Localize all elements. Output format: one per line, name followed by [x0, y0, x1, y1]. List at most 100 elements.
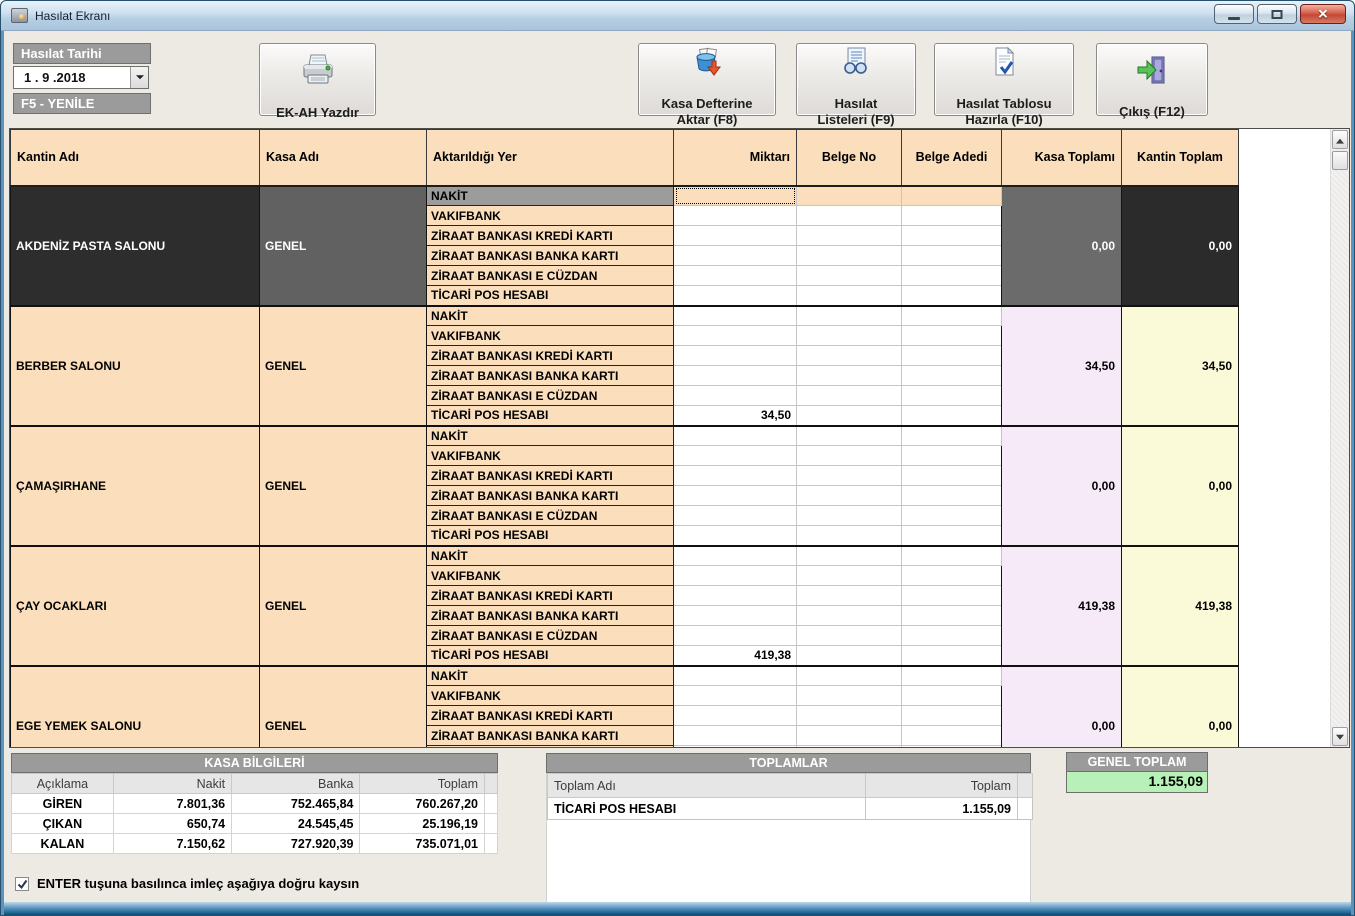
miktar-cell[interactable] — [674, 286, 797, 306]
payment-type-cell[interactable]: ZİRAAT BANKASI BANKA KARTI — [427, 606, 674, 626]
payment-type-cell[interactable]: ZİRAAT BANKASI KREDİ KARTI — [427, 466, 674, 486]
belge-adedi-cell[interactable] — [902, 326, 1002, 346]
hasilat-listeleri-button[interactable]: Hasılat Listeleri (F9) — [796, 43, 916, 116]
miktar-cell[interactable] — [674, 706, 797, 726]
belge-no-cell[interactable] — [797, 486, 902, 506]
miktar-cell[interactable] — [674, 586, 797, 606]
belge-no-cell[interactable] — [797, 446, 902, 466]
belge-no-cell[interactable] — [797, 746, 902, 749]
miktar-cell[interactable] — [674, 386, 797, 406]
payment-type-cell[interactable]: ZİRAAT BANKASI BANKA KARTI — [427, 486, 674, 506]
miktar-cell[interactable] — [674, 726, 797, 746]
belge-adedi-cell[interactable] — [902, 686, 1002, 706]
grid-row[interactable]: AKDENİZ PASTA SALONUGENELNAKİT0,000,00 — [11, 186, 1239, 206]
kantin-toplam-cell[interactable]: 34,50 — [1122, 306, 1239, 426]
scroll-down-button[interactable] — [1332, 727, 1348, 746]
grid-row[interactable]: EGE YEMEK SALONUGENELNAKİT0,000,00 — [11, 666, 1239, 686]
belge-no-cell[interactable] — [797, 606, 902, 626]
miktar-cell[interactable] — [674, 246, 797, 266]
belge-no-cell[interactable] — [797, 706, 902, 726]
miktar-cell[interactable]: 419,38 — [674, 646, 797, 666]
payment-type-cell[interactable]: ZİRAAT BANKASI E CÜZDAN — [427, 746, 674, 749]
belge-no-cell[interactable] — [797, 306, 902, 326]
belge-no-cell[interactable] — [797, 726, 902, 746]
miktar-cell[interactable] — [674, 446, 797, 466]
payment-type-cell[interactable]: NAKİT — [427, 666, 674, 686]
belge-adedi-cell[interactable] — [902, 446, 1002, 466]
belge-adedi-cell[interactable] — [902, 666, 1002, 686]
belge-no-cell[interactable] — [797, 246, 902, 266]
date-dropdown-button[interactable] — [130, 67, 148, 88]
belge-adedi-cell[interactable] — [902, 286, 1002, 306]
belge-no-cell[interactable] — [797, 626, 902, 646]
payment-type-cell[interactable]: TİCARİ POS HESABI — [427, 406, 674, 426]
miktar-cell[interactable] — [674, 546, 797, 566]
grid-row[interactable]: ÇAY OCAKLARIGENELNAKİT419,38419,38 — [11, 546, 1239, 566]
payment-type-cell[interactable]: ZİRAAT BANKASI E CÜZDAN — [427, 506, 674, 526]
belge-adedi-cell[interactable] — [902, 626, 1002, 646]
belge-no-cell[interactable] — [797, 326, 902, 346]
miktar-cell[interactable] — [674, 686, 797, 706]
belge-adedi-cell[interactable] — [902, 246, 1002, 266]
payment-type-cell[interactable]: VAKIFBANK — [427, 686, 674, 706]
belge-adedi-cell[interactable] — [902, 746, 1002, 749]
belge-no-cell[interactable] — [797, 266, 902, 286]
belge-no-cell[interactable] — [797, 586, 902, 606]
payment-type-cell[interactable]: VAKIFBANK — [427, 206, 674, 226]
belge-no-cell[interactable] — [797, 546, 902, 566]
belge-adedi-cell[interactable] — [902, 426, 1002, 446]
payment-type-cell[interactable]: ZİRAAT BANKASI E CÜZDAN — [427, 386, 674, 406]
payment-type-cell[interactable]: TİCARİ POS HESABI — [427, 526, 674, 546]
scroll-thumb[interactable] — [1332, 151, 1348, 170]
payment-type-cell[interactable]: TİCARİ POS HESABI — [427, 646, 674, 666]
payment-type-cell[interactable]: ZİRAAT BANKASI E CÜZDAN — [427, 266, 674, 286]
payment-type-cell[interactable]: NAKİT — [427, 426, 674, 446]
payment-type-cell[interactable]: ZİRAAT BANKASI BANKA KARTI — [427, 366, 674, 386]
kasa-toplami-cell[interactable]: 34,50 — [1002, 306, 1122, 426]
miktar-cell[interactable] — [674, 486, 797, 506]
kantin-cell[interactable]: EGE YEMEK SALONU — [11, 666, 260, 749]
payment-type-cell[interactable]: VAKIFBANK — [427, 446, 674, 466]
belge-no-cell[interactable] — [797, 286, 902, 306]
belge-no-cell[interactable] — [797, 466, 902, 486]
payment-type-cell[interactable]: ZİRAAT BANKASI KREDİ KARTI — [427, 706, 674, 726]
belge-no-cell[interactable] — [797, 646, 902, 666]
kasa-toplami-cell[interactable]: 419,38 — [1002, 546, 1122, 666]
payment-type-cell[interactable]: ZİRAAT BANKASI KREDİ KARTI — [427, 586, 674, 606]
grid-row[interactable]: BERBER SALONUGENELNAKİT34,5034,50 — [11, 306, 1239, 326]
belge-adedi-cell[interactable] — [902, 366, 1002, 386]
belge-adedi-cell[interactable] — [902, 266, 1002, 286]
belge-adedi-cell[interactable] — [902, 606, 1002, 626]
payment-type-cell[interactable]: TİCARİ POS HESABI — [427, 286, 674, 306]
miktar-cell[interactable] — [674, 626, 797, 646]
date-picker[interactable]: 1 . 9 .2018 — [13, 66, 149, 89]
belge-adedi-cell[interactable] — [902, 466, 1002, 486]
kasa-cell[interactable]: GENEL — [260, 666, 427, 749]
kantin-toplam-cell[interactable]: 0,00 — [1122, 186, 1239, 306]
belge-adedi-cell[interactable] — [902, 586, 1002, 606]
miktar-cell[interactable] — [674, 326, 797, 346]
belge-adedi-cell[interactable] — [902, 206, 1002, 226]
miktar-cell[interactable] — [674, 346, 797, 366]
miktar-cell[interactable] — [674, 266, 797, 286]
kasa-toplami-cell[interactable]: 0,00 — [1002, 426, 1122, 546]
belge-no-cell[interactable] — [797, 386, 902, 406]
minimize-button[interactable] — [1214, 4, 1254, 24]
miktar-cell[interactable] — [674, 366, 797, 386]
kantin-toplam-cell[interactable]: 0,00 — [1122, 426, 1239, 546]
belge-no-cell[interactable] — [797, 406, 902, 426]
belge-adedi-cell[interactable] — [902, 306, 1002, 326]
hasilat-tablosu-button[interactable]: Hasılat Tablosu Hazırla (F10) — [934, 43, 1074, 116]
grid-vscrollbar[interactable] — [1330, 129, 1349, 747]
close-button[interactable]: ✕ — [1300, 4, 1346, 24]
belge-no-cell[interactable] — [797, 666, 902, 686]
belge-adedi-cell[interactable] — [902, 506, 1002, 526]
kantin-cell[interactable]: ÇAMAŞIRHANE — [11, 426, 260, 546]
payment-type-cell[interactable]: ZİRAAT BANKASI KREDİ KARTI — [427, 346, 674, 366]
belge-adedi-cell[interactable] — [902, 706, 1002, 726]
maximize-button[interactable] — [1257, 4, 1297, 24]
belge-adedi-cell[interactable] — [902, 226, 1002, 246]
kantin-cell[interactable]: ÇAY OCAKLARI — [11, 546, 260, 666]
belge-adedi-cell[interactable] — [902, 726, 1002, 746]
belge-no-cell[interactable] — [797, 566, 902, 586]
